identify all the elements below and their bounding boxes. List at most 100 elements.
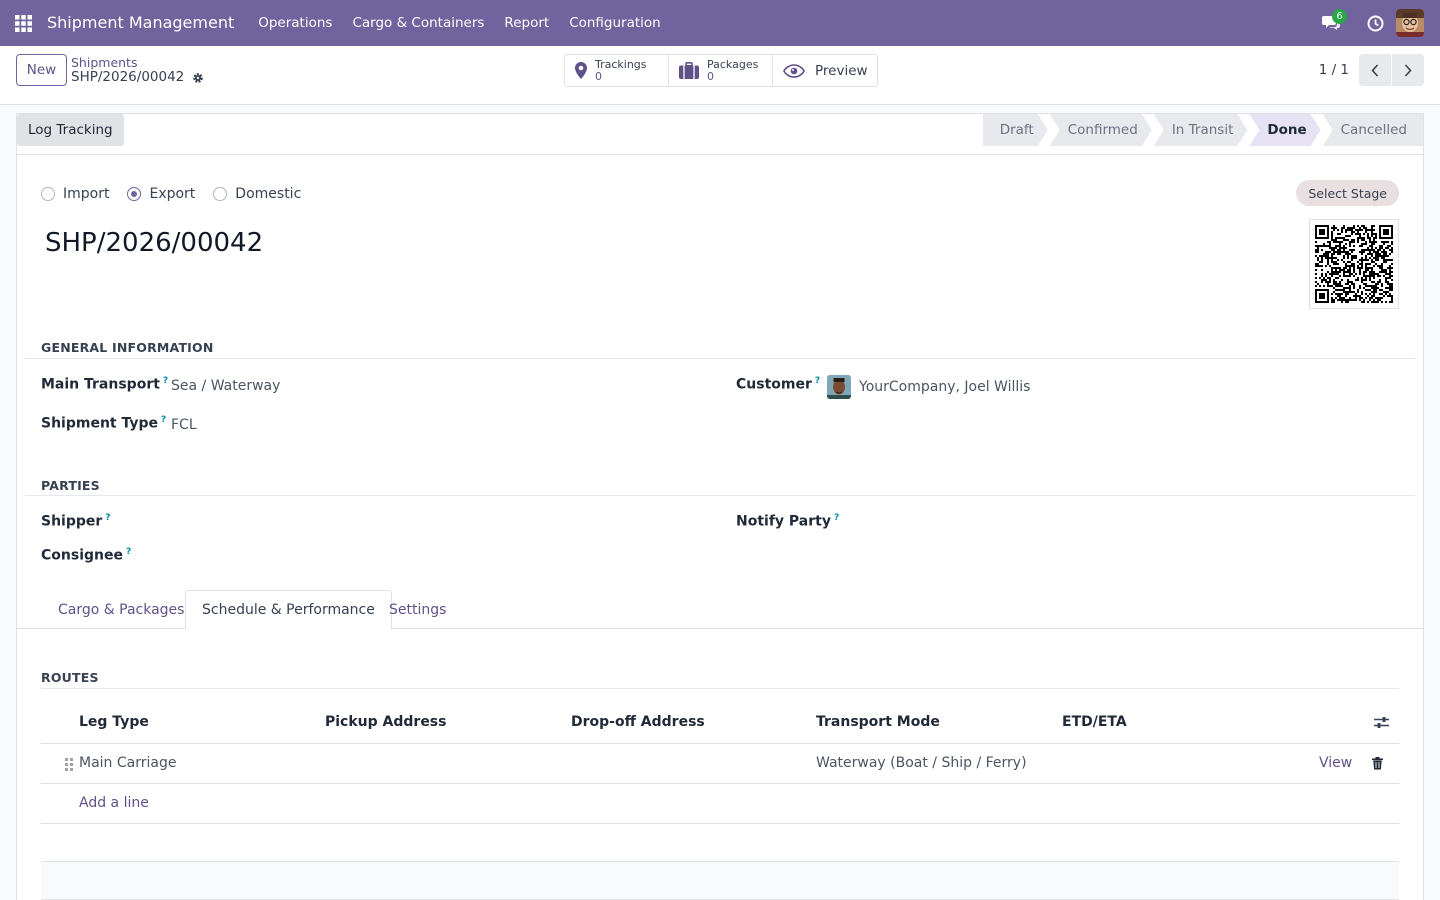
radio-export-label: Export (149, 186, 196, 202)
control-panel: New Shipments SHP/2026/00042 Trackings 0 (0, 46, 1440, 105)
map-marker-icon (575, 62, 587, 79)
preview-button[interactable]: Preview (773, 55, 877, 86)
consignee-label-text: Consignee (41, 547, 123, 564)
pager-next-button[interactable] (1392, 54, 1424, 86)
breadcrumb-shipments[interactable]: Shipments (71, 55, 204, 70)
tab-cargo-packages[interactable]: Cargo & Packages (42, 590, 200, 629)
activities-button[interactable] (1360, 0, 1390, 46)
trash-icon[interactable] (1372, 757, 1383, 770)
help-tooltip-icon[interactable]: ? (105, 513, 110, 523)
preview-label: Preview (815, 62, 868, 79)
help-tooltip-icon[interactable]: ? (163, 376, 168, 386)
column-etd-eta[interactable]: ETD/ETA (1062, 714, 1127, 730)
trackings-button[interactable]: Trackings 0 (565, 55, 669, 86)
add-line-row: Add a line (41, 784, 1399, 824)
column-dropoff-address[interactable]: Drop-off Address (571, 714, 705, 730)
empty-row (41, 824, 1399, 862)
routes-table-header: Leg Type Pickup Address Drop-off Address… (41, 689, 1399, 744)
packages-button[interactable]: Packages 0 (669, 55, 773, 86)
tab-settings[interactable]: Settings (373, 590, 462, 629)
main-transport-label-text: Main Transport (41, 376, 160, 393)
eye-icon (783, 63, 805, 78)
section-routes: ROUTES (41, 670, 99, 685)
packages-count: 0 (707, 69, 714, 83)
top-navbar: Shipment Management Operations Cargo & C… (0, 0, 1440, 46)
notify-party-label: Notify Party? (736, 513, 839, 530)
form-sheet: Import Export Domestic SHP/2026/00042 Se… (16, 154, 1424, 900)
shipment-type-label-text: Shipment Type (41, 415, 159, 432)
stage-draft[interactable]: Draft (983, 114, 1048, 146)
help-tooltip-icon[interactable]: ? (161, 415, 166, 425)
shipment-type-value[interactable]: FCL (171, 417, 197, 433)
breadcrumb-current: SHP/2026/00042 (71, 70, 204, 85)
empty-row (41, 862, 1399, 900)
section-parties: PARTIES (41, 478, 100, 493)
menu-cargo-containers[interactable]: Cargo & Containers (342, 0, 494, 46)
pager: 1 / 1 (1319, 54, 1424, 86)
menu-operations[interactable]: Operations (248, 0, 342, 46)
pager-value[interactable]: 1 / 1 (1319, 62, 1349, 78)
breadcrumb-current-label: SHP/2026/00042 (71, 69, 185, 85)
column-transport-mode[interactable]: Transport Mode (816, 714, 940, 730)
help-tooltip-icon[interactable]: ? (126, 547, 131, 557)
cell-transport-mode[interactable]: Waterway (Boat / Ship / Ferry) (816, 755, 1027, 771)
customer-value[interactable]: YourCompany, Joel Willis (859, 379, 1030, 395)
add-line-link[interactable]: Add a line (79, 795, 149, 811)
smart-buttons: Trackings 0 Packages 0 Preview (564, 54, 878, 87)
customer-field[interactable]: YourCompany, Joel Willis (827, 375, 1030, 399)
status-bar: Log Tracking Draft Confirmed In Transit … (16, 113, 1424, 155)
breadcrumb: Shipments SHP/2026/00042 (71, 55, 204, 85)
user-avatar[interactable] (1396, 9, 1424, 37)
new-button[interactable]: New (16, 54, 67, 86)
menu-configuration[interactable]: Configuration (559, 0, 671, 46)
stage-done[interactable]: Done (1249, 114, 1320, 146)
tab-schedule-performance[interactable]: Schedule & Performance (185, 590, 392, 630)
row-view-button[interactable]: View (1319, 755, 1352, 771)
messages-button[interactable]: 6 (1316, 0, 1347, 46)
drag-handle-icon[interactable] (65, 758, 73, 771)
column-settings-icon[interactable] (1374, 716, 1389, 729)
radio-import[interactable]: Import (41, 186, 109, 202)
radio-import-label: Import (63, 186, 110, 202)
radio-domestic[interactable]: Domestic (213, 186, 301, 202)
qr-code (1309, 219, 1399, 309)
menu-report[interactable]: Report (494, 0, 559, 46)
radio-domestic-circle[interactable] (213, 187, 228, 201)
chevron-left-icon (1371, 63, 1379, 77)
notify-party-label-text: Notify Party (736, 513, 831, 530)
gear-icon[interactable] (192, 72, 204, 84)
section-general-information: GENERAL INFORMATION (41, 340, 214, 355)
column-pickup-address[interactable]: Pickup Address (325, 714, 446, 730)
help-tooltip-icon[interactable]: ? (815, 376, 820, 386)
apps-menu-icon[interactable] (0, 0, 46, 46)
suitcase-icon (679, 62, 699, 79)
record-title: SHP/2026/00042 (45, 228, 264, 258)
table-row[interactable]: Main Carriage Waterway (Boat / Ship / Fe… (41, 744, 1399, 784)
stage-confirmed[interactable]: Confirmed (1050, 114, 1152, 146)
section-divider (25, 495, 1415, 496)
consignee-label: Consignee? (41, 547, 131, 564)
pager-previous-button[interactable] (1359, 54, 1391, 86)
trackings-count: 0 (595, 69, 602, 83)
radio-export-circle[interactable] (127, 187, 142, 201)
clock-icon (1367, 15, 1383, 31)
main-transport-label: Main Transport? (41, 376, 168, 393)
shipper-label: Shipper? (41, 513, 111, 530)
stage-cancelled[interactable]: Cancelled (1322, 114, 1423, 146)
radio-export[interactable]: Export (127, 186, 195, 202)
shipper-label-text: Shipper (41, 513, 103, 530)
log-tracking-button[interactable]: Log Tracking (17, 114, 124, 146)
main-transport-value[interactable]: Sea / Waterway (171, 378, 280, 394)
column-leg-type[interactable]: Leg Type (79, 714, 149, 730)
cell-leg-type[interactable]: Main Carriage (79, 755, 176, 771)
chevron-right-icon (1404, 63, 1412, 77)
section-divider (25, 358, 1415, 359)
customer-label-text: Customer (736, 376, 812, 393)
stage-in-transit[interactable]: In Transit (1154, 114, 1248, 146)
app-title[interactable]: Shipment Management (46, 0, 248, 46)
customer-avatar (827, 375, 851, 399)
select-stage-button[interactable]: Select Stage (1296, 180, 1399, 206)
radio-import-circle[interactable] (41, 187, 55, 201)
help-tooltip-icon[interactable]: ? (834, 513, 839, 523)
direction-radio-group: Import Export Domestic (41, 186, 319, 202)
